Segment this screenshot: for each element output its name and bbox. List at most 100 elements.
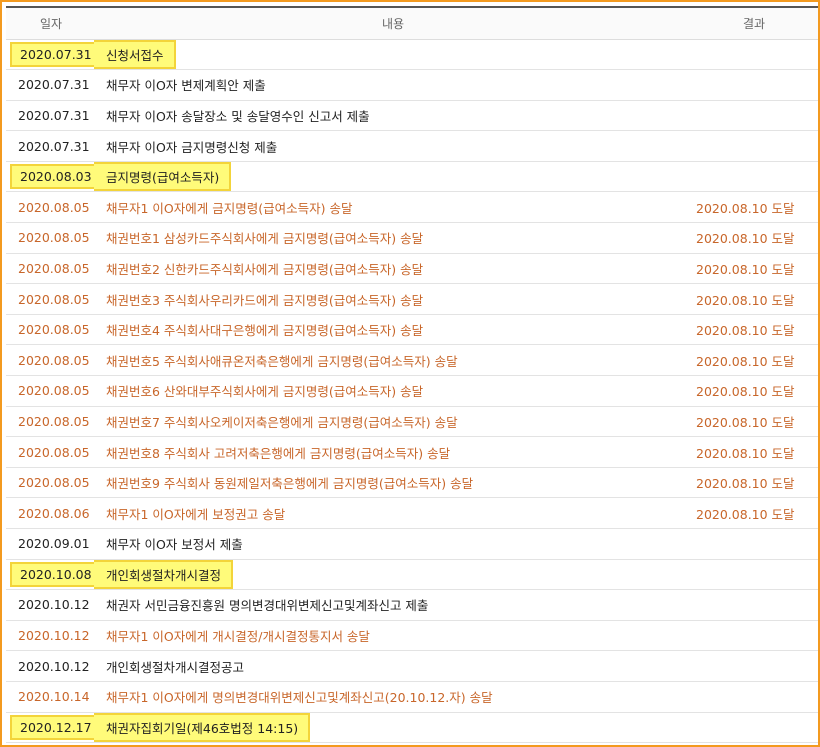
row-result: 2020.08.10 도달 xyxy=(690,406,818,438)
row-result: 2020.08.10 도달 xyxy=(690,283,818,315)
row-result: 2020.08.10 도달 xyxy=(690,253,818,285)
table-row: 2020.08.05 채권번호6 산와대부주식회사에게 금지명령(급여소득자) 송… xyxy=(6,375,818,407)
row-date: 2020.07.31 xyxy=(6,100,96,132)
row-date: 2020.07.31 xyxy=(6,69,96,101)
row-result-text: 2020.08.10 도달 xyxy=(696,292,795,308)
table-row: 2020.07.31 신청서접수 xyxy=(6,39,818,71)
row-date-text: 2020.07.31 xyxy=(10,41,98,67)
row-date-text: 2020.08.05 xyxy=(18,444,90,460)
row-content: 채무자 이O자 변제계획안 제출 xyxy=(96,69,690,101)
row-date: 2020.10.12 xyxy=(6,650,96,682)
table-row: 2020.08.05 채권번호7 주식회사오케이저축은행에게 금지명령(급여소득자… xyxy=(6,406,818,438)
row-result xyxy=(690,620,818,652)
row-result-text: 2020.08.10 도달 xyxy=(696,476,795,492)
table-row: 2020.08.05 채권번호1 삼성카드주식회사에게 금지명령(급여소득자) 송… xyxy=(6,222,818,254)
row-date-text: 2020.10.12 xyxy=(18,628,90,644)
header-result: 결과 xyxy=(690,6,818,40)
table-body: 2020.07.31 신청서접수 2020.07.31 채무자 이O자 변제계획안 제… xyxy=(6,39,818,744)
row-date-text: 2020.07.31 xyxy=(18,107,90,123)
row-result xyxy=(690,161,818,193)
row-date: 2020.10.12 xyxy=(6,589,96,621)
row-content: 채권자 서민금융진흥원 명의변경대위변제신고및계좌신고 제출 xyxy=(96,589,690,621)
row-content-text: 금지명령(급여소득자) xyxy=(94,162,232,192)
row-date-text: 2020.10.14 xyxy=(18,689,90,705)
row-content-text: 채무자 이O자 금지명령신청 제출 xyxy=(106,139,278,155)
row-result xyxy=(690,589,818,621)
table-row: 2020.10.14 채무자1 이O자에게 명의변경대위변제신고및계좌신고(20.… xyxy=(6,681,818,713)
row-content-text: 채무자1 이O자에게 명의변경대위변제신고및계좌신고(20.10.12.자) 송… xyxy=(106,690,493,706)
row-date: 2020.10.08 xyxy=(6,559,98,591)
table-row: 2020.12.17 채권자집회기일(제46호법정 14:15) xyxy=(6,712,818,744)
header-content: 내용 xyxy=(96,6,690,40)
row-result xyxy=(690,712,818,744)
row-content-text: 채무자1 이O자에게 보정권고 송달 xyxy=(106,506,286,522)
row-result: 2020.08.10 도달 xyxy=(690,467,818,499)
table-row: 2020.10.12 채무자1 이O자에게 개시결정/개시결정통지서 송달 xyxy=(6,620,818,652)
row-result: 2020.08.10 도달 xyxy=(690,436,818,468)
row-date-text: 2020.07.31 xyxy=(18,138,90,154)
row-content-text: 채권번호3 주식회사우리카드에게 금지명령(급여소득자) 송달 xyxy=(106,292,424,308)
row-date-text: 2020.08.05 xyxy=(18,322,90,338)
row-date: 2020.08.03 xyxy=(6,161,98,193)
row-result xyxy=(690,130,818,162)
row-result xyxy=(690,650,818,682)
row-date: 2020.10.12 xyxy=(6,620,96,652)
row-result: 2020.08.10 도달 xyxy=(690,222,818,254)
row-date-text: 2020.10.12 xyxy=(18,658,90,674)
row-date-text: 2020.12.17 xyxy=(10,714,98,740)
row-result: 2020.08.10 도달 xyxy=(690,497,818,529)
row-content: 금지명령(급여소득자) xyxy=(94,161,690,193)
row-content-text: 채권자 서민금융진흥원 명의변경대위변제신고및계좌신고 제출 xyxy=(106,598,429,614)
row-content-text: 채권자집회기일(제46호법정 14:15) xyxy=(94,712,311,742)
row-content: 채권번호7 주식회사오케이저축은행에게 금지명령(급여소득자) 송달 xyxy=(96,406,690,438)
row-date: 2020.08.05 xyxy=(6,436,96,468)
row-content-text: 채권번호7 주식회사오케이저축은행에게 금지명령(급여소득자) 송달 xyxy=(106,414,458,430)
row-result xyxy=(690,39,818,71)
row-date: 2020.08.05 xyxy=(6,406,96,438)
row-date: 2020.08.05 xyxy=(6,314,96,346)
row-content: 채권번호8 주식회사 고려저축은행에게 금지명령(급여소득자) 송달 xyxy=(96,436,690,468)
table-row: 2020.08.05 채권번호2 신한카드주식회사에게 금지명령(급여소득자) 송… xyxy=(6,253,818,285)
row-content: 신청서접수 xyxy=(94,39,690,71)
row-result-text: 2020.08.10 도달 xyxy=(696,445,795,461)
row-date: 2020.08.05 xyxy=(6,253,96,285)
row-date-text: 2020.08.05 xyxy=(18,230,90,246)
row-date: 2020.08.05 xyxy=(6,344,96,377)
row-date: 2020.08.05 xyxy=(6,467,96,499)
row-result xyxy=(690,559,818,591)
table-row: 2020.08.05 채권번호3 주식회사우리카드에게 금지명령(급여소득자) 송… xyxy=(6,283,818,315)
row-content: 채권번호6 산와대부주식회사에게 금지명령(급여소득자) 송달 xyxy=(96,375,690,407)
row-date: 2020.08.05 xyxy=(6,222,96,254)
row-date-text: 2020.08.05 xyxy=(18,383,90,399)
row-result-text: 2020.08.10 도달 xyxy=(696,261,795,277)
table-row: 2020.10.12 채권자 서민금융진흥원 명의변경대위변제신고및계좌신고 제출 xyxy=(6,589,818,621)
row-content-text: 채권번호9 주식회사 동원제일저축은행에게 금지명령(급여소득자) 송달 xyxy=(106,476,474,492)
row-date-text: 2020.08.06 xyxy=(18,505,90,521)
row-date-text: 2020.10.12 xyxy=(18,597,90,613)
row-date: 2020.12.17 xyxy=(6,712,98,744)
table-row: 2020.10.08 개인회생절차개시결정 xyxy=(6,559,818,591)
row-content: 채무자1 이O자에게 명의변경대위변제신고및계좌신고(20.10.12.자) 송… xyxy=(96,681,690,713)
header-date: 일자 xyxy=(6,6,96,40)
row-content: 채권번호3 주식회사우리카드에게 금지명령(급여소득자) 송달 xyxy=(96,283,690,315)
table-row: 2020.08.03 금지명령(급여소득자) xyxy=(6,161,818,193)
row-result xyxy=(690,69,818,101)
row-result-text: 2020.08.10 도달 xyxy=(696,323,795,339)
row-date-text: 2020.09.01 xyxy=(18,536,90,552)
row-content-text: 신청서접수 xyxy=(94,39,176,69)
row-content: 채권번호5 주식회사애큐온저축은행에게 금지명령(급여소득자) 송달 xyxy=(96,344,690,377)
row-content: 채권번호1 삼성카드주식회사에게 금지명령(급여소득자) 송달 xyxy=(96,222,690,254)
row-result-text: 2020.08.10 도달 xyxy=(696,414,795,430)
table-row: 2020.08.05 채권번호4 주식회사대구은행에게 금지명령(급여소득자) 송… xyxy=(6,314,818,346)
table-header-row: 일자 내용 결과 xyxy=(6,6,818,40)
row-date-text: 2020.08.05 xyxy=(18,352,90,368)
row-date-text: 2020.08.05 xyxy=(18,413,90,429)
row-content: 개인회생절차개시결정 xyxy=(94,559,690,591)
row-date: 2020.07.31 xyxy=(6,39,98,71)
row-content: 채권자집회기일(제46호법정 14:15) xyxy=(94,712,690,744)
row-content: 채무자 이O자 금지명령신청 제출 xyxy=(96,130,690,162)
row-result-text: 2020.08.10 도달 xyxy=(696,353,795,369)
row-result-text: 2020.08.10 도달 xyxy=(696,384,795,400)
table-row: 2020.08.06 채무자1 이O자에게 보정권고 송달 2020.08.10 도… xyxy=(6,497,818,529)
row-content: 채무자 이O자 송달장소 및 송달영수인 신고서 제출 xyxy=(96,100,690,132)
